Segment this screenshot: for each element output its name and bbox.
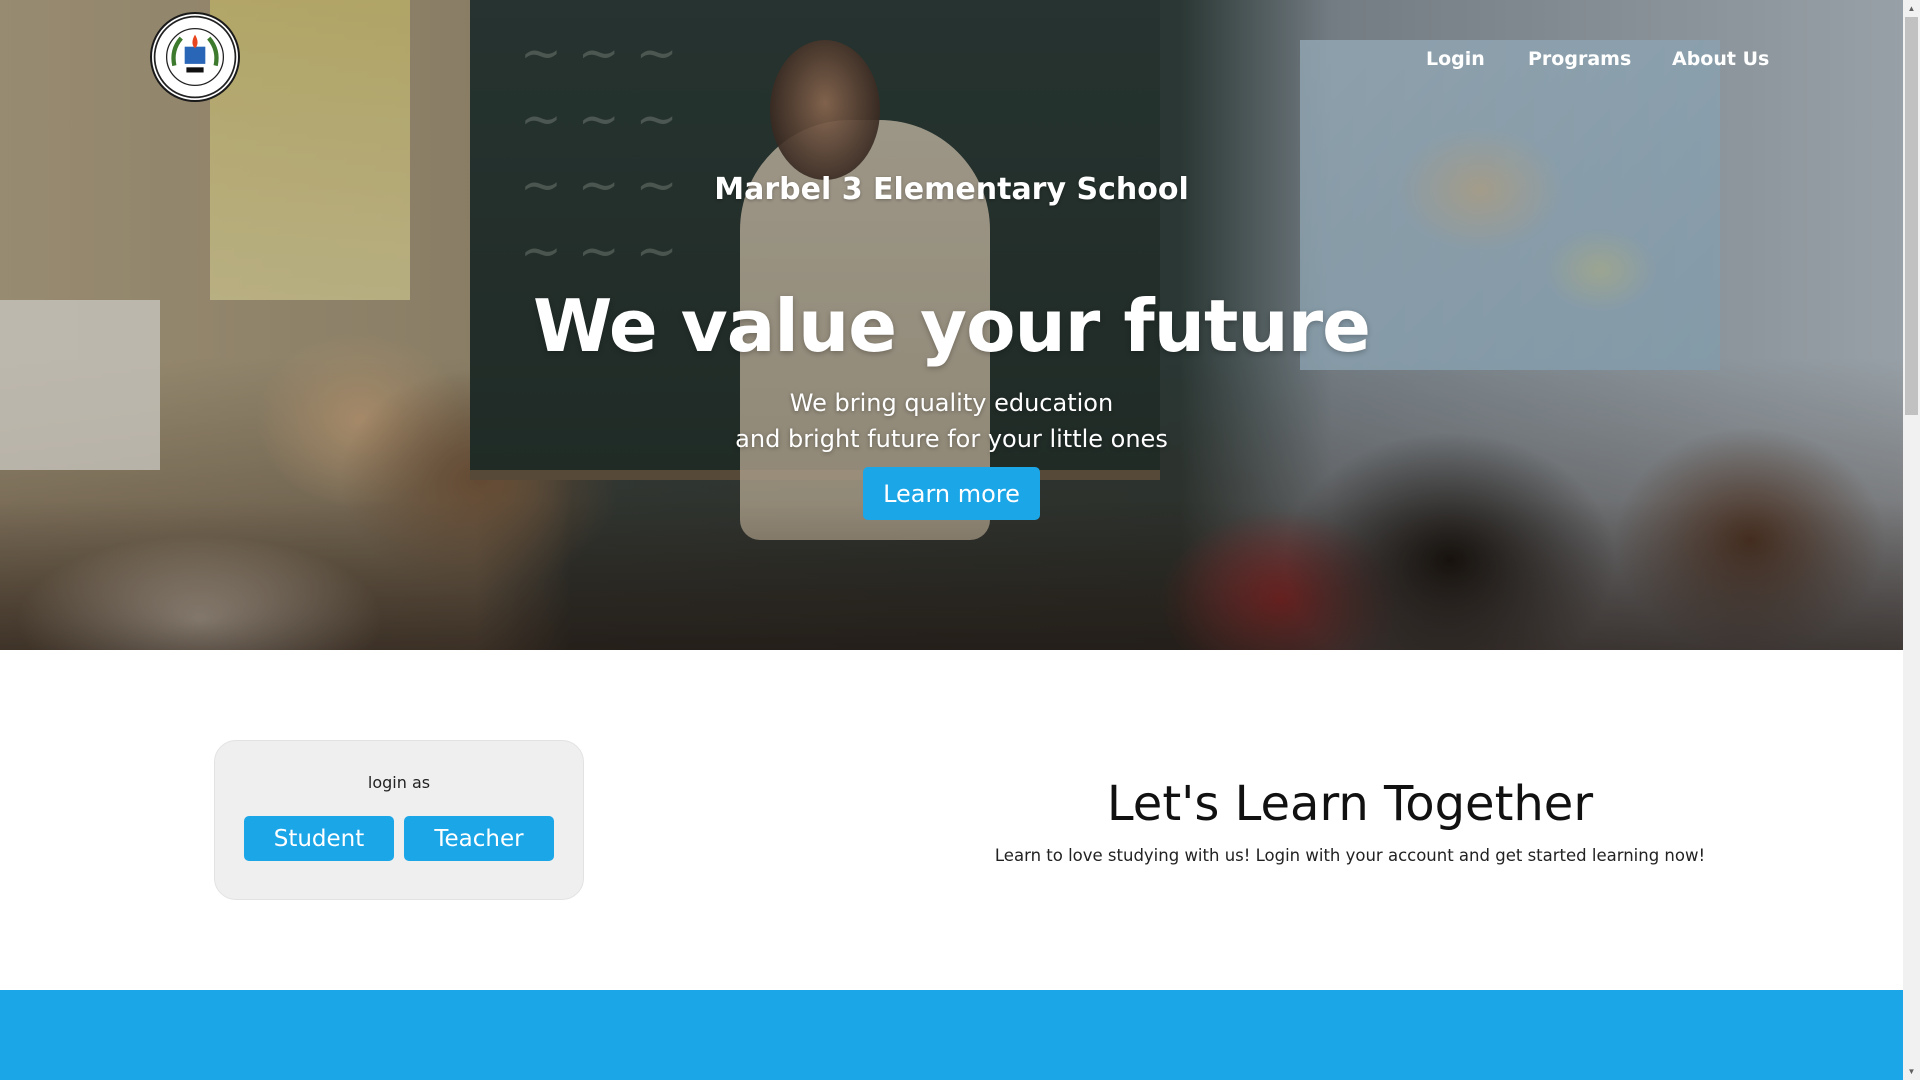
hero-subtitle: We bring quality education and bright fu… [0, 385, 1903, 457]
nav-login-link[interactable]: Login [1426, 48, 1485, 70]
hero-subtitle-line2: and bright future for your little ones [735, 425, 1168, 453]
footer-band [0, 990, 1903, 1080]
top-navigation: Login Programs About Us [0, 48, 1920, 74]
login-card: login as Student Teacher [214, 740, 584, 900]
nav-programs-link[interactable]: Programs [1528, 48, 1631, 70]
scroll-up-arrow-icon[interactable]: ▲ [1903, 0, 1920, 17]
login-as-label: login as [367, 773, 431, 792]
teacher-login-button[interactable]: Teacher [404, 816, 554, 861]
learn-heading: Let's Learn Together [1106, 776, 1594, 832]
nav-about-link[interactable]: About Us [1672, 48, 1769, 70]
hero-subtitle-line1: We bring quality education [789, 389, 1114, 417]
school-name: Marbel 3 Elementary School [714, 172, 1189, 207]
learn-more-button[interactable]: Learn more [863, 467, 1040, 520]
hero-title: We value your future [533, 284, 1371, 368]
page-scrollbar[interactable]: ▲ ▼ [1903, 0, 1920, 1080]
learn-description: Learn to love studying with us! Login wi… [994, 846, 1706, 865]
scrollbar-thumb[interactable] [1905, 17, 1918, 415]
student-login-button[interactable]: Student [244, 816, 394, 861]
scroll-down-arrow-icon[interactable]: ▼ [1903, 1063, 1920, 1080]
